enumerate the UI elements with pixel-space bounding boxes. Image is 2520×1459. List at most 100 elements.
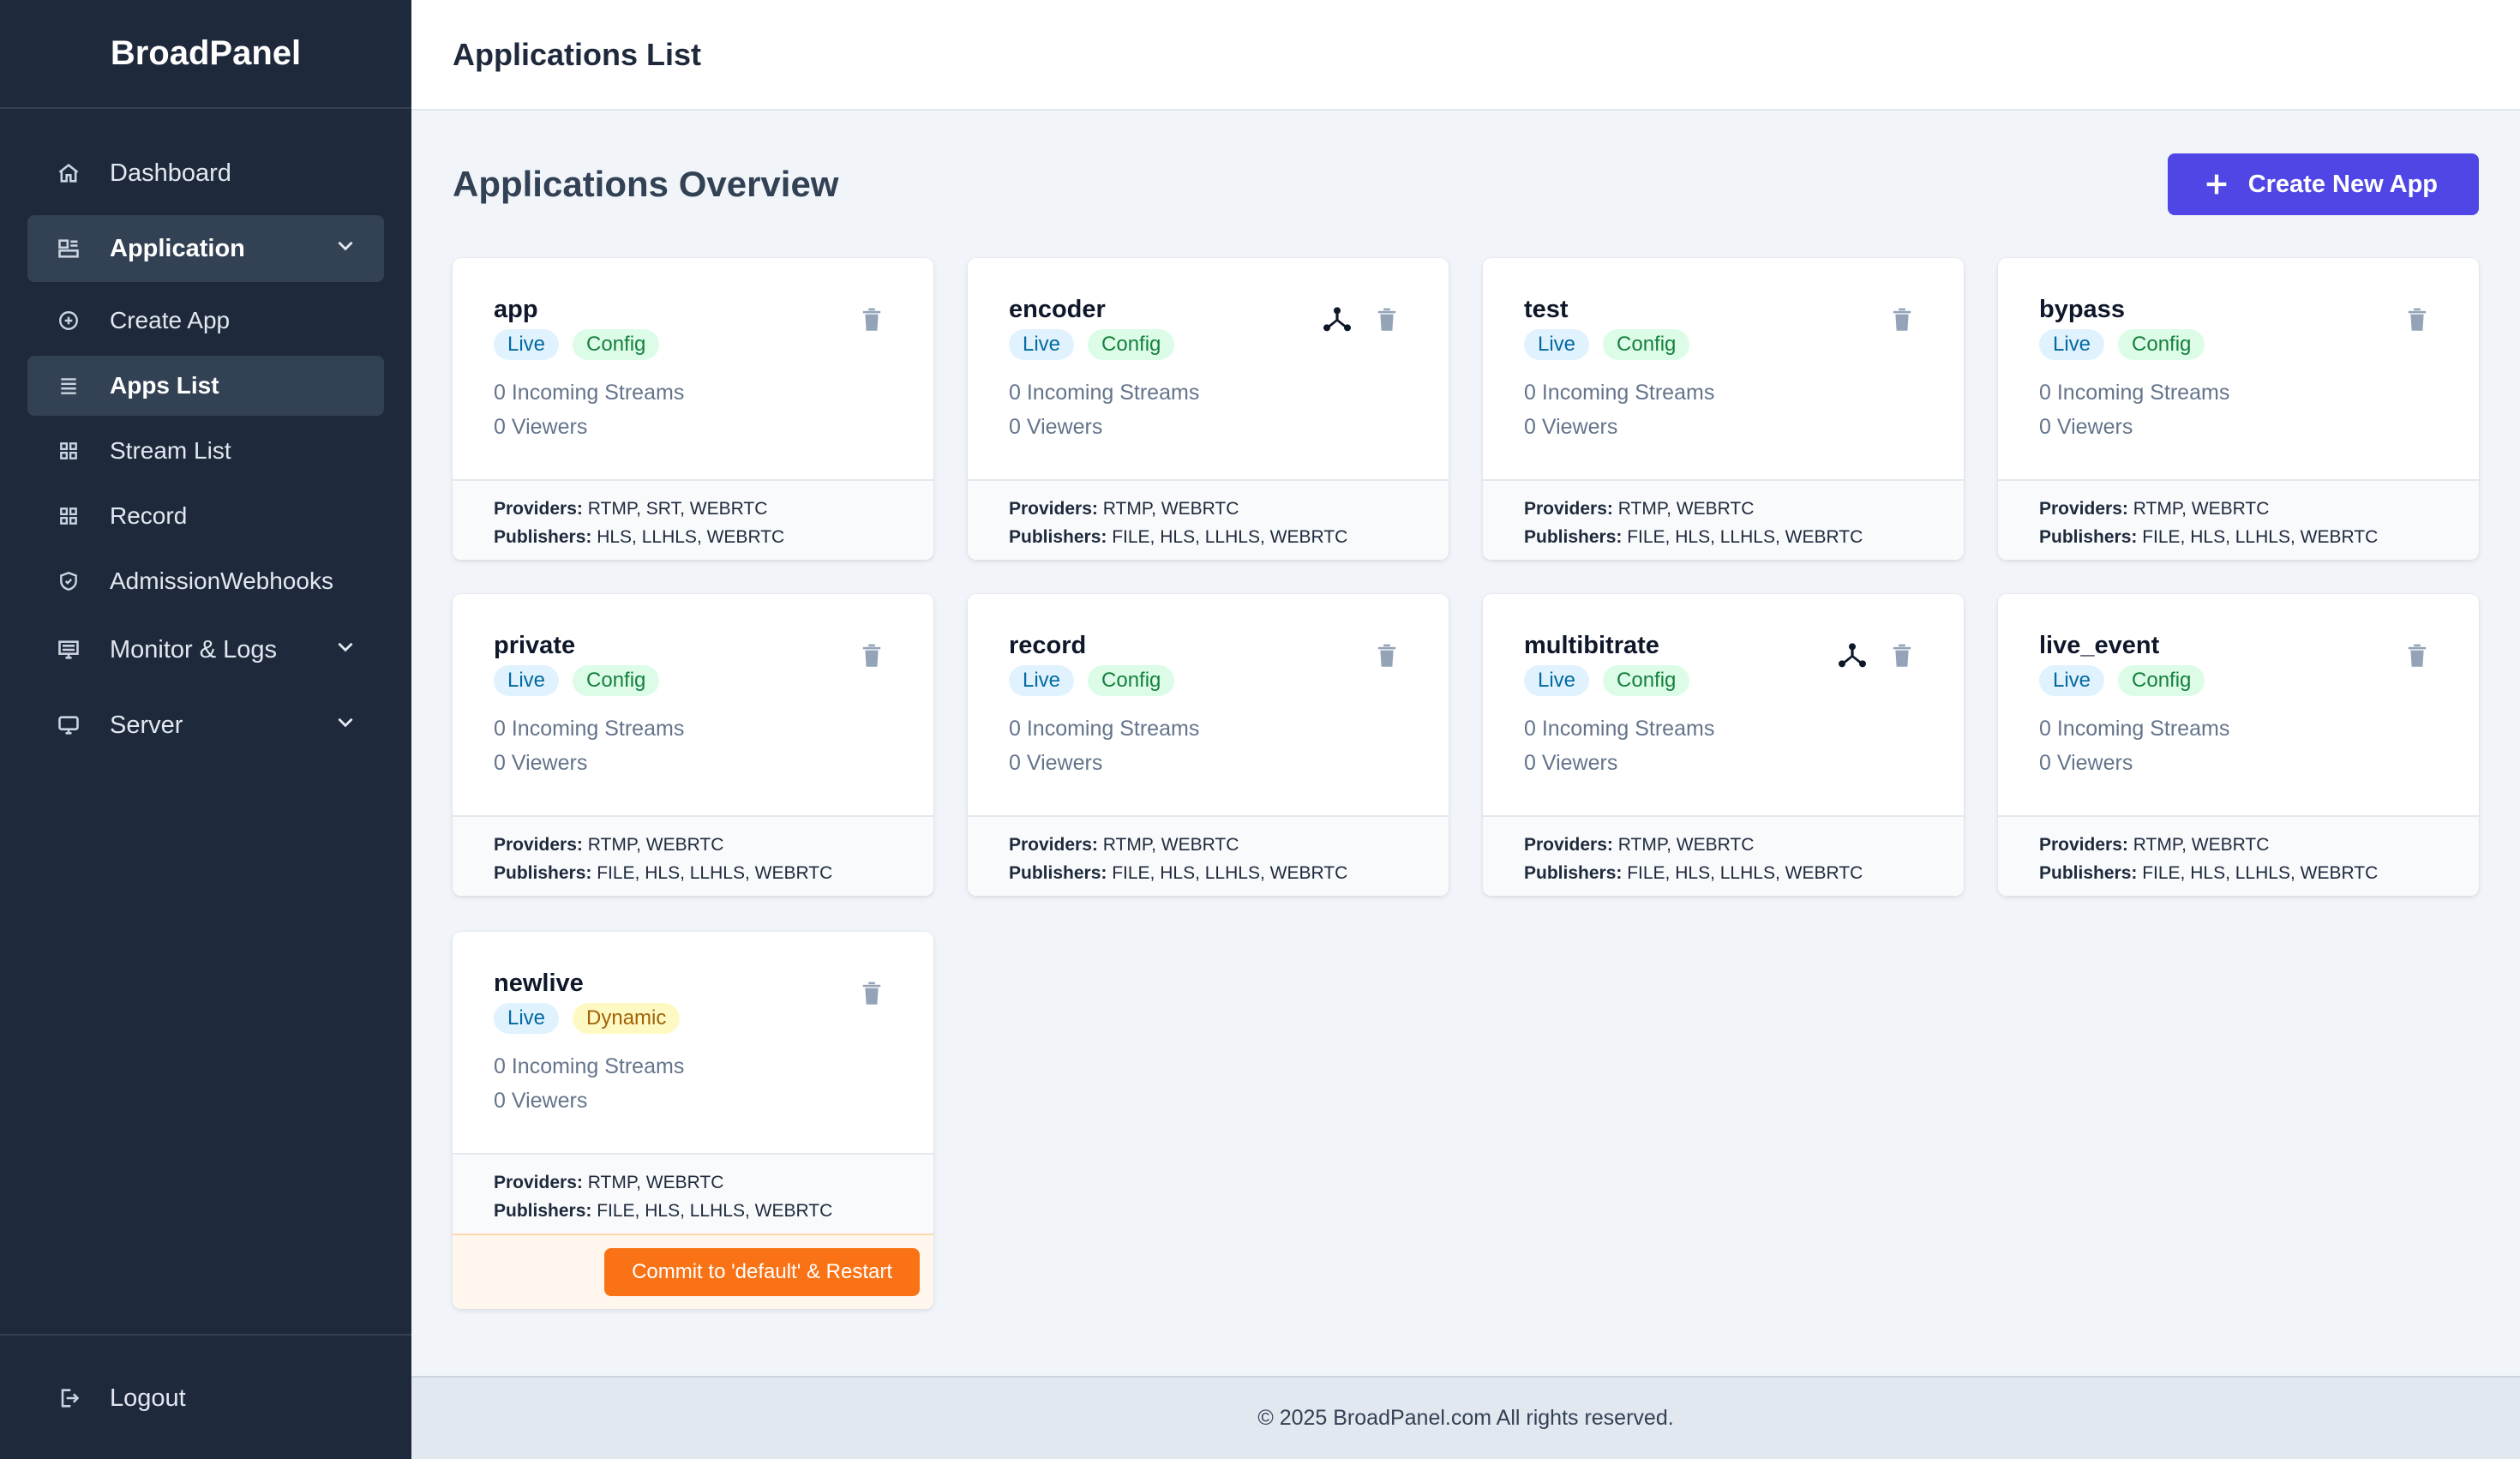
providers-label: Providers: [1009,835,1098,855]
viewers-count: 0 Viewers [2039,415,2133,439]
status-badge-live: Live [2039,665,2105,696]
trash-icon[interactable] [858,306,885,333]
status-badge-config: Config [2118,329,2205,360]
card-footer: Providers: RTMP, SRT, WEBRTC Publishers:… [453,479,933,560]
status-badge-dynamic: Dynamic [573,1003,681,1034]
trash-icon[interactable] [1888,642,1916,669]
plus-circle-icon [55,307,82,334]
app-card[interactable]: encoder Live Config 0 Incoming Streams 0… [968,258,1449,560]
server-icon [55,711,82,739]
logout-button[interactable]: Logout [27,1365,384,1432]
viewers-count: 0 Viewers [1524,751,1618,775]
app-card[interactable]: multibitrate Live Config 0 Incoming Stre… [1483,594,1964,896]
sidebar-item-server[interactable]: Server [27,692,384,759]
sidebar-item-admission-webhooks[interactable]: AdmissionWebhooks [27,551,384,611]
viewers-count: 0 Viewers [494,415,588,439]
app-card[interactable]: app Live Config 0 Incoming Streams 0 Vie… [453,258,933,560]
list-icon [55,372,82,399]
providers-value: RTMP, WEBRTC [1097,499,1239,519]
card-footer: Providers: RTMP, WEBRTC Publishers: FILE… [453,815,933,896]
sidebar-item-application[interactable]: Application [27,215,384,282]
section-heading: Applications Overview [453,164,839,204]
card-footer: Providers: RTMP, WEBRTC Publishers: FILE… [1998,815,2479,896]
status-badge-live: Live [494,665,560,696]
incoming-streams: 0 Incoming Streams [494,381,685,405]
trash-icon[interactable] [1888,306,1916,333]
publishers-value: FILE, HLS, LLHLS, WEBRTC [1107,527,1348,547]
status-badge-config: Config [1603,329,1690,360]
trash-icon[interactable] [858,642,885,669]
viewers-count: 0 Viewers [494,1089,588,1113]
app-card[interactable]: bypass Live Config 0 Incoming Streams 0 … [1998,258,2479,560]
sidebar-item-label: Dashboard [110,159,231,187]
app-card[interactable]: record Live Config 0 Incoming Streams 0 … [968,594,1449,896]
status-badge-config: Config [2118,665,2205,696]
sidebar-item-record[interactable]: Record [27,486,384,546]
incoming-streams: 0 Incoming Streams [2039,717,2230,741]
create-new-app-button[interactable]: Create New App [2167,153,2479,215]
sidebar-item-monitor-logs[interactable]: Monitor & Logs [27,616,384,683]
app-card[interactable]: live_event Live Config 0 Incoming Stream… [1998,594,2479,896]
trash-icon[interactable] [858,980,885,1007]
providers-value: RTMP, WEBRTC [2127,499,2270,519]
viewers-count: 0 Viewers [1009,415,1103,439]
card-footer: Providers: RTMP, WEBRTC Publishers: FILE… [1483,479,1964,560]
trash-icon[interactable] [2403,642,2431,669]
grid-icon [55,502,82,530]
sidebar-nav: Dashboard Application Create App Apps Li… [0,109,411,759]
providers-value: RTMP, WEBRTC [1097,835,1239,855]
commit-restart-button[interactable]: Commit to 'default' & Restart [604,1248,920,1296]
sidebar-item-label: Server [110,711,183,739]
logout-label: Logout [110,1384,186,1412]
fork-icon[interactable] [1839,642,1866,669]
sidebar-item-create-app[interactable]: Create App [27,291,384,351]
app-name: bypass [2039,296,2125,323]
content-header: Applications Overview Create New App [453,111,2479,258]
incoming-streams: 0 Incoming Streams [2039,381,2230,405]
status-badge-live: Live [2039,329,2105,360]
trash-icon[interactable] [1373,306,1401,333]
providers-label: Providers: [494,1173,583,1192]
app-card[interactable]: newlive Live Dynamic 0 Incoming Streams … [453,932,933,1309]
status-badge-config: Config [1088,329,1175,360]
app-name: app [494,296,538,323]
app-card-grid: app Live Config 0 Incoming Streams 0 Vie… [453,258,2479,1309]
viewers-count: 0 Viewers [2039,751,2133,775]
sidebar-item-apps-list[interactable]: Apps List [27,356,384,416]
status-badge-live: Live [494,329,560,360]
chevron-down-icon [334,635,357,664]
incoming-streams: 0 Incoming Streams [1009,381,1200,405]
status-badge-config: Config [1088,665,1175,696]
chevron-down-icon [334,711,357,740]
publishers-value: FILE, HLS, LLHLS, WEBRTC [591,1201,833,1221]
main-content: Applications Overview Create New App app… [411,111,2520,1376]
home-icon [55,159,82,187]
fork-icon[interactable] [1323,306,1351,333]
card-footer: Providers: RTMP, WEBRTC Publishers: FILE… [453,1153,933,1234]
app-card[interactable]: test Live Config 0 Incoming Streams 0 Vi… [1483,258,1964,560]
providers-label: Providers: [2039,835,2128,855]
publishers-label: Publishers: [494,1201,592,1221]
trash-icon[interactable] [1373,642,1401,669]
incoming-streams: 0 Incoming Streams [1524,717,1715,741]
publishers-label: Publishers: [1524,527,1623,547]
trash-icon[interactable] [2403,306,2431,333]
card-footer: Providers: RTMP, WEBRTC Publishers: FILE… [968,479,1449,560]
sidebar-item-dashboard[interactable]: Dashboard [27,140,384,207]
app-card[interactable]: private Live Config 0 Incoming Streams 0… [453,594,933,896]
viewers-count: 0 Viewers [494,751,588,775]
viewers-count: 0 Viewers [1524,415,1618,439]
monitor-icon [55,636,82,663]
publishers-label: Publishers: [1009,527,1107,547]
status-badge-config: Config [573,665,660,696]
card-footer: Providers: RTMP, WEBRTC Publishers: FILE… [1998,479,2479,560]
card-footer: Providers: RTMP, WEBRTC Publishers: FILE… [1483,815,1964,896]
status-badge-live: Live [1009,329,1075,360]
app-name: newlive [494,970,584,997]
app-name: live_event [2039,632,2160,659]
grid-icon [55,437,82,465]
publishers-value: FILE, HLS, LLHLS, WEBRTC [2137,527,2379,547]
providers-label: Providers: [1524,499,1613,519]
brand-logo[interactable]: BroadPanel [0,0,411,109]
sidebar-item-stream-list[interactable]: Stream List [27,421,384,481]
